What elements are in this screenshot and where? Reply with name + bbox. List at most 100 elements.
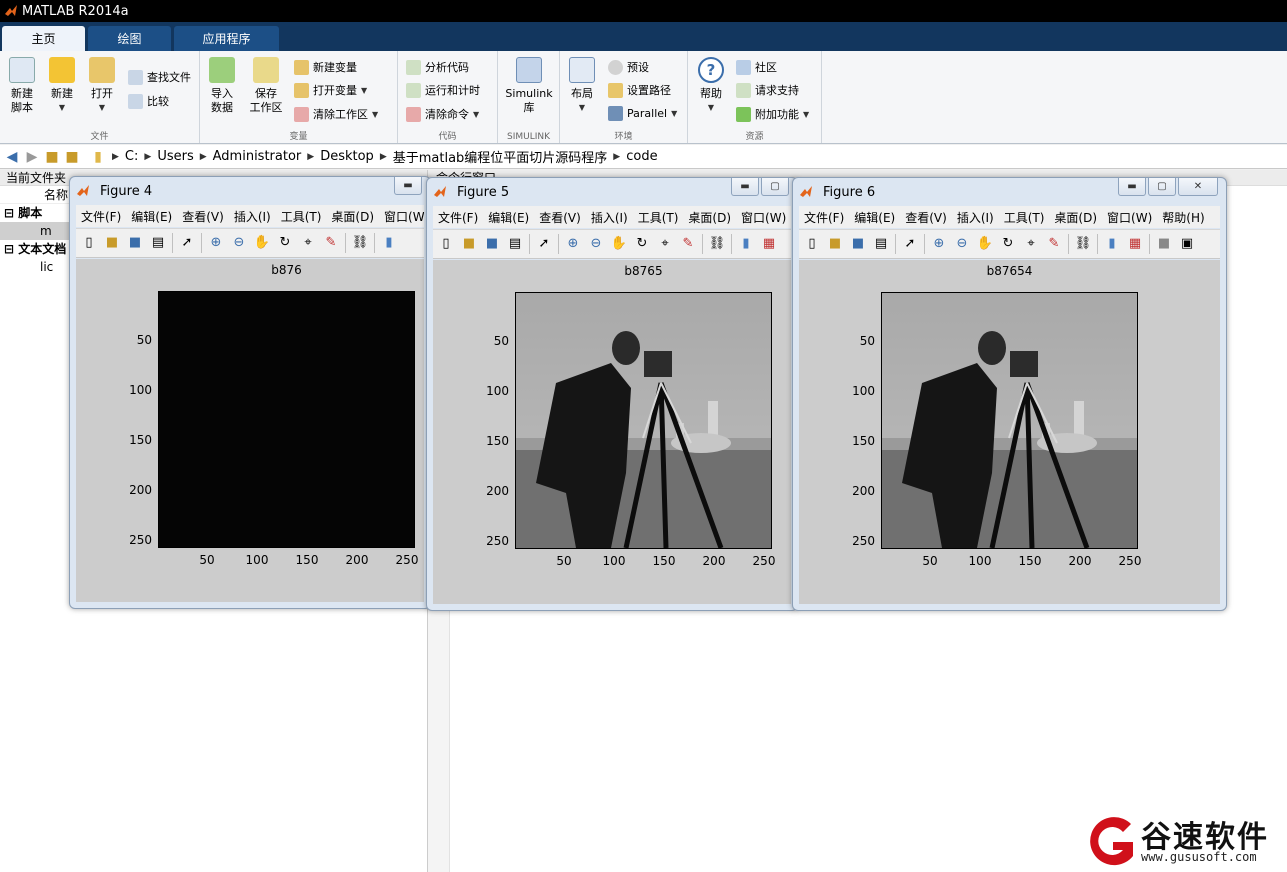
parallel-button[interactable]: Parallel ▼ xyxy=(608,106,677,121)
print-icon[interactable]: ▤ xyxy=(872,235,890,253)
request-support-button[interactable]: 请求支持 xyxy=(736,82,799,98)
set-path-button[interactable]: 设置路径 xyxy=(608,82,671,98)
import-data-button[interactable]: 导入 数据 xyxy=(206,57,238,115)
community-button[interactable]: 社区 xyxy=(736,59,777,75)
menu-file[interactable]: 文件(F) xyxy=(799,209,849,226)
tab-apps[interactable]: 应用程序 xyxy=(174,26,279,51)
menu-insert[interactable]: 插入(I) xyxy=(586,209,633,226)
browse-folder-icon[interactable]: ■ xyxy=(64,149,80,165)
figure-window-4[interactable]: Figure 4 ▬ 文件(F) 编辑(E) 查看(V) 插入(I) 工具(T)… xyxy=(69,176,431,609)
open-icon[interactable]: ■ xyxy=(460,235,478,253)
colorbar-icon[interactable]: ▮ xyxy=(737,235,755,253)
menu-edit[interactable]: 编辑(E) xyxy=(483,209,534,226)
menu-edit[interactable]: 编辑(E) xyxy=(126,208,177,225)
save-workspace-button[interactable]: 保存 工作区 xyxy=(246,57,286,115)
tab-home[interactable]: 主页 xyxy=(2,26,85,51)
open-button[interactable]: 打开 ▼ xyxy=(86,57,118,115)
menu-help[interactable]: 帮助(H) xyxy=(1157,209,1209,226)
crumb-users[interactable]: Users xyxy=(157,149,193,164)
menu-insert[interactable]: 插入(I) xyxy=(229,208,276,225)
figure-window-6[interactable]: Figure 6 ▬ ▢ ✕ 文件(F) 编辑(E) 查看(V) 插入(I) 工… xyxy=(792,177,1227,611)
close-button[interactable]: ✕ xyxy=(1178,178,1218,196)
crumb-administrator[interactable]: Administrator xyxy=(213,149,302,164)
link-icon[interactable]: ⛓ xyxy=(351,234,369,252)
print-icon[interactable]: ▤ xyxy=(506,235,524,253)
image-axes[interactable] xyxy=(158,291,415,548)
new-button[interactable]: 新建 ▼ xyxy=(46,57,78,115)
save-icon[interactable]: ■ xyxy=(126,234,144,252)
minimize-button[interactable]: ▬ xyxy=(1118,178,1146,196)
minimize-button[interactable]: ▬ xyxy=(731,178,759,196)
zoom-in-icon[interactable]: ⊕ xyxy=(564,235,582,253)
run-and-time-button[interactable]: 运行和计时 xyxy=(406,82,480,98)
brush-icon[interactable]: ✎ xyxy=(679,235,697,253)
menu-tools[interactable]: 工具(T) xyxy=(633,209,684,226)
rotate-icon[interactable]: ↻ xyxy=(276,234,294,252)
rotate-icon[interactable]: ↻ xyxy=(999,235,1017,253)
crumb-project[interactable]: 基于matlab编程位平面切片源码程序 xyxy=(393,147,608,166)
new-figure-icon[interactable]: ▯ xyxy=(80,234,98,252)
colorbar-icon[interactable]: ▮ xyxy=(380,234,398,252)
data-cursor-icon[interactable]: ⌖ xyxy=(299,234,317,252)
tab-plots[interactable]: 绘图 xyxy=(88,26,171,51)
layout-button[interactable]: 布局 ▼ xyxy=(566,57,598,115)
menu-desktop[interactable]: 桌面(D) xyxy=(1049,209,1102,226)
data-cursor-icon[interactable]: ⌖ xyxy=(1022,235,1040,253)
menu-edit[interactable]: 编辑(E) xyxy=(849,209,900,226)
open-variable-button[interactable]: 打开变量 ▼ xyxy=(294,82,367,98)
crumb-drive[interactable]: C: xyxy=(125,149,138,164)
pan-icon[interactable]: ✋ xyxy=(976,235,994,253)
save-icon[interactable]: ■ xyxy=(849,235,867,253)
menu-desktop[interactable]: 桌面(D) xyxy=(683,209,736,226)
zoom-in-icon[interactable]: ⊕ xyxy=(930,235,948,253)
maximize-button[interactable]: ▢ xyxy=(761,178,789,196)
open-icon[interactable]: ■ xyxy=(103,234,121,252)
menu-view[interactable]: 查看(V) xyxy=(534,209,586,226)
find-files-button[interactable]: 查找文件 xyxy=(128,69,191,85)
clear-commands-button[interactable]: 清除命令 ▼ xyxy=(406,106,479,122)
zoom-in-icon[interactable]: ⊕ xyxy=(207,234,225,252)
compare-button[interactable]: 比较 xyxy=(128,93,169,109)
image-axes[interactable] xyxy=(881,292,1138,549)
link-icon[interactable]: ⛓ xyxy=(708,235,726,253)
pointer-icon[interactable]: ➚ xyxy=(901,235,919,253)
menu-desktop[interactable]: 桌面(D) xyxy=(326,208,379,225)
rotate-icon[interactable]: ↻ xyxy=(633,235,651,253)
legend-icon[interactable]: ▦ xyxy=(1126,235,1144,253)
new-script-button[interactable]: 新建 脚本 xyxy=(6,57,38,115)
addons-button[interactable]: 附加功能 ▼ xyxy=(736,106,809,122)
data-cursor-icon[interactable]: ⌖ xyxy=(656,235,674,253)
menu-view[interactable]: 查看(V) xyxy=(177,208,229,225)
figure-window-5[interactable]: Figure 5 ▬ ▢ 文件(F) 编辑(E) 查看(V) 插入(I) 工具(T… xyxy=(426,177,798,611)
simulink-library-button[interactable]: Simulink 库 xyxy=(504,57,554,115)
link-icon[interactable]: ⛓ xyxy=(1074,235,1092,253)
minimize-button[interactable]: ▬ xyxy=(394,177,422,195)
open-icon[interactable]: ■ xyxy=(826,235,844,253)
menu-insert[interactable]: 插入(I) xyxy=(952,209,999,226)
new-variable-button[interactable]: 新建变量 xyxy=(294,59,357,75)
crumb-desktop[interactable]: Desktop xyxy=(320,149,374,164)
menu-tools[interactable]: 工具(T) xyxy=(276,208,327,225)
image-axes[interactable] xyxy=(515,292,772,549)
colorbar-icon[interactable]: ▮ xyxy=(1103,235,1121,253)
maximize-button[interactable]: ▢ xyxy=(1148,178,1176,196)
zoom-out-icon[interactable]: ⊖ xyxy=(953,235,971,253)
menu-window[interactable]: 窗口(W) xyxy=(379,208,424,225)
menu-tools[interactable]: 工具(T) xyxy=(999,209,1050,226)
pan-icon[interactable]: ✋ xyxy=(253,234,271,252)
pan-icon[interactable]: ✋ xyxy=(610,235,628,253)
brush-icon[interactable]: ✎ xyxy=(322,234,340,252)
new-figure-icon[interactable]: ▯ xyxy=(803,235,821,253)
help-button[interactable]: ? 帮助 ▼ xyxy=(696,57,726,115)
forward-icon[interactable]: ▶ xyxy=(24,149,40,165)
menu-view[interactable]: 查看(V) xyxy=(900,209,952,226)
crumb-code[interactable]: code xyxy=(626,149,657,164)
hide-tools-icon[interactable]: ■ xyxy=(1155,235,1173,253)
save-icon[interactable]: ■ xyxy=(483,235,501,253)
show-tools-icon[interactable]: ▣ xyxy=(1178,235,1196,253)
pointer-icon[interactable]: ➚ xyxy=(535,235,553,253)
back-icon[interactable]: ◀ xyxy=(4,149,20,165)
new-figure-icon[interactable]: ▯ xyxy=(437,235,455,253)
menu-file[interactable]: 文件(F) xyxy=(76,208,126,225)
zoom-out-icon[interactable]: ⊖ xyxy=(230,234,248,252)
